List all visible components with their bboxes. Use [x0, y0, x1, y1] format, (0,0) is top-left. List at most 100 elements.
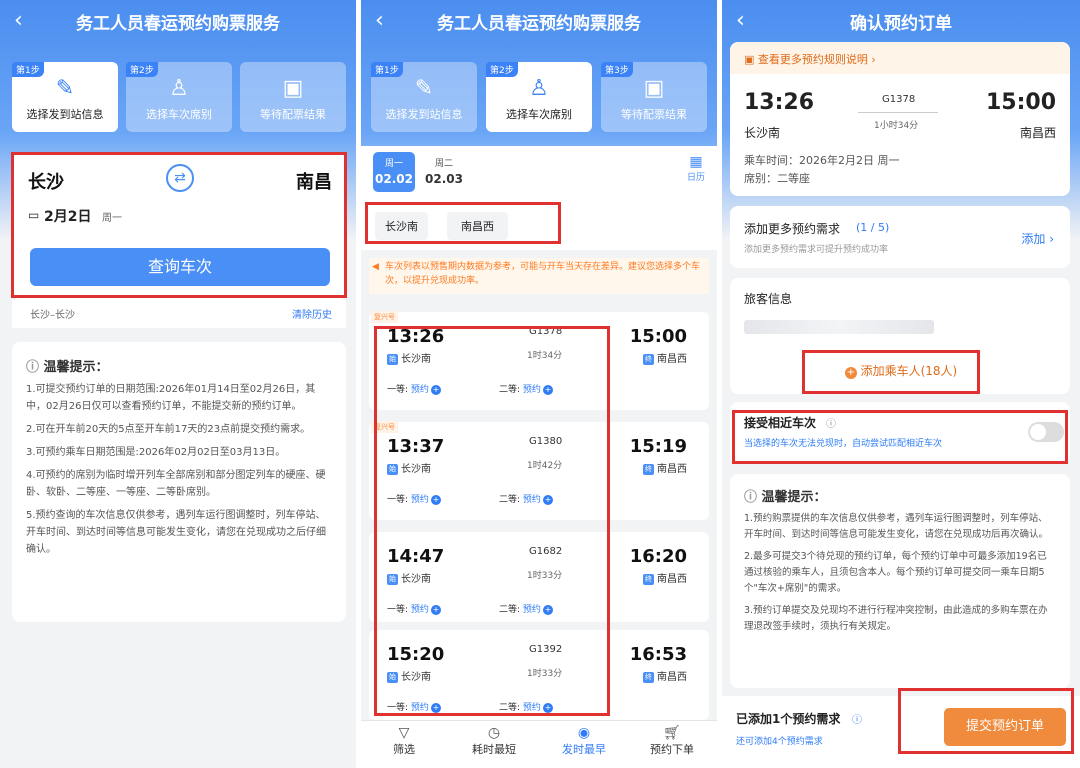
step-2-tab[interactable]: 第2步 ♙ 选择车次席别 — [126, 62, 232, 132]
tip-item: 3.预约订单提交及兑现均不进行行程冲突控制，由此造成的多购车票在办理退改签手续时… — [744, 605, 1048, 632]
train-to-name: 南昌西 — [657, 354, 687, 365]
step-1-tab[interactable]: 第1步 ✎ 选择发到站信息 — [12, 62, 118, 132]
step-tag: 第2步 — [486, 62, 518, 77]
train-to-name: 南昌西 — [657, 574, 687, 585]
date-tab-active[interactable]: 周一 02.02 — [373, 152, 415, 192]
notice-text: 车次列表以预售期内数据为参考，可能与开车当天存在差异。建议您选择多个车次，以提升… — [385, 262, 701, 286]
tip-item: 1.可提交预约订单的日期范围:2026年01月14日至02月26日，其中，02月… — [26, 384, 316, 412]
highlight-box — [802, 350, 980, 394]
from-station: 长沙南 — [744, 126, 781, 140]
train-arr-time: 15:19 — [629, 436, 687, 457]
panel-confirm-order: ‹ 确认预约订单 ▣ 查看更多预约规则说明 › 13:26 G1378 1小时3… — [722, 0, 1080, 768]
add-demand-sub: 添加更多预约需求可提升预约成功率 — [744, 245, 889, 255]
tip-item: 5.预约查询的车次信息仅供参考，遇列车运行图调整时，列车停站、开车时间、到达时间… — [26, 510, 326, 555]
arr-time: 15:00 — [985, 90, 1056, 115]
step-3-tab[interactable]: 第3步 ▣ 等待配票结果 — [601, 62, 707, 132]
step-tag: 第1步 — [12, 62, 44, 77]
highlight-box — [732, 410, 1068, 464]
end-station-icon: 终 — [643, 671, 654, 683]
panel-select-stations: ‹ 务工人员春运预约购票服务 第1步 ✎ 选择发到站信息 第2步 ♙ 选择车次席… — [0, 0, 356, 768]
panel-select-trains: ‹ 务工人员春运预约购票服务 第1步 ✎ 选择发到站信息 第2步 ♙ 选择车次席… — [361, 0, 717, 768]
rules-link-text: 查看更多预约规则说明 — [757, 53, 868, 66]
sort-label: 预约下单 — [650, 743, 694, 756]
help-icon[interactable]: ⓘ — [852, 711, 862, 726]
passenger-blurred — [744, 320, 934, 334]
date-week: 周一 — [384, 159, 403, 169]
step-1-tab[interactable]: 第1步 ✎ 选择发到站信息 — [371, 62, 477, 132]
step-label: 选择车次席别 — [146, 108, 212, 121]
seat-icon: ♙ — [169, 76, 189, 101]
step-2-tab[interactable]: 第2步 ♙ 选择车次席别 — [486, 62, 592, 132]
date-value: 02.03 — [425, 172, 463, 186]
sort-departure-button[interactable]: ◉ 发时最早 — [549, 725, 619, 757]
edit-icon: ✎ — [55, 76, 75, 101]
date-tab[interactable]: 周二 02.03 — [423, 152, 465, 192]
step-label: 选择发到站信息 — [26, 108, 104, 121]
seat-icon: ♙ — [529, 76, 549, 101]
page-title: 确认预约订单 — [850, 14, 952, 34]
train-to: 终南昌西 — [643, 460, 687, 475]
ticket-icon: ▣ — [282, 76, 304, 101]
filter-icon: ▽ — [398, 725, 410, 741]
step-tag: 第2步 — [126, 62, 158, 77]
add-demand-count: (1 / 5) — [856, 221, 890, 234]
date-value: 02.02 — [375, 172, 413, 186]
tips-title: 温馨提示： — [761, 490, 827, 505]
train-arr-time: 16:20 — [629, 546, 687, 567]
tip-item: 1.预约购票提供的车次信息仅供参考，遇列车运行图调整时，列车停站、开车时间、到达… — [744, 513, 1049, 540]
passenger-title: 旅客信息 — [744, 292, 793, 306]
to-station: 南昌西 — [1019, 126, 1056, 140]
top-bar: ‹ 务工人员春运预约购票服务 — [0, 0, 356, 44]
sort-label: 筛选 — [393, 743, 415, 756]
trip-card: ▣ 查看更多预约规则说明 › 13:26 G1378 1小时34分 15:00 … — [730, 42, 1070, 196]
tip-item: 2.最多可提交3个待兑现的预约订单，每个预约订单中可最多添加19名已通过核验的乘… — [744, 551, 1047, 594]
sort-duration-button[interactable]: ◷ 耗时最短 — [459, 725, 529, 757]
train-to: 终南昌西 — [643, 570, 687, 585]
edit-icon: ✎ — [414, 76, 434, 101]
cart-icon: 🛒︎ — [663, 725, 681, 741]
history-item[interactable]: 长沙–长沙 — [30, 306, 75, 321]
step-label: 等待配票结果 — [621, 108, 687, 121]
tip-item: 4.可预约的席别为临时增开列车全部席别和部分图定列车的硬座、硬卧、软卧、二等座、… — [26, 470, 326, 498]
added-count: 已添加1个预约需求 — [736, 712, 841, 726]
highlight-box — [11, 152, 347, 298]
date-bar: 周一 02.02 周二 02.03 ▦ 日历 — [361, 146, 717, 202]
calendar-icon: ▦ — [689, 154, 703, 170]
info-icon: ⓘ — [744, 490, 758, 505]
train-flag: 复兴号 — [371, 311, 398, 323]
notice-bar: ◀ 车次列表以预售期内数据为参考，可能与开车当天存在差异。建议您选择多个车次，以… — [369, 258, 709, 294]
step-label: 选择车次席别 — [506, 108, 572, 121]
top-bar: ‹ 务工人员春运预约购票服务 — [361, 0, 717, 44]
add-demand-link[interactable]: 添加 › — [1021, 230, 1054, 247]
step-label: 选择发到站信息 — [385, 108, 463, 121]
clear-history-link[interactable]: 清除历史 — [292, 306, 332, 321]
order-cart-button[interactable]: 🛒︎ 预约下单 — [637, 725, 707, 757]
clock-icon: ◷ — [487, 725, 501, 741]
step-tag: 第1步 — [371, 62, 403, 77]
sort-filter-button[interactable]: ▽ 筛选 — [369, 725, 439, 757]
highlight-box — [365, 202, 561, 244]
sort-bar: ▽ 筛选 ◷ 耗时最短 ◉ 发时最早 🛒︎ 预约下单 — [361, 720, 717, 768]
duration: 1小时34分 — [874, 121, 919, 131]
top-bar: ‹ 确认预约订单 — [722, 0, 1080, 44]
tips-card: ⓘ 温馨提示： 1.可提交预约订单的日期范围:2026年01月14日至02月26… — [12, 342, 346, 622]
tips-title: 温馨提示： — [43, 360, 109, 375]
route-line — [858, 112, 938, 113]
tip-item: 2.可在开车前20天的5点至开车前17天的23点前提交预约需求。 — [26, 424, 311, 435]
step-3-tab[interactable]: ▣ 等待配票结果 — [240, 62, 346, 132]
train-arr-time: 16:53 — [629, 644, 687, 665]
end-station-icon: 终 — [643, 353, 654, 365]
train-to: 终南昌西 — [643, 350, 687, 365]
speaker-icon: ◀ — [372, 262, 379, 272]
train-to: 终南昌西 — [643, 668, 687, 683]
add-demand-card[interactable]: 添加更多预约需求 (1 / 5) 添加更多预约需求可提升预约成功率 添加 › — [730, 206, 1070, 268]
added-sub: 还可添加4个预约需求 — [736, 737, 823, 747]
ticket-icon: ▣ — [643, 76, 665, 101]
rules-link[interactable]: ▣ 查看更多预约规则说明 › — [730, 42, 1070, 74]
step-tag: 第3步 — [601, 62, 633, 77]
step-label: 等待配票结果 — [260, 108, 326, 121]
add-demand-title: 添加更多预约需求 — [744, 222, 841, 236]
notice-icon: ▣ — [744, 53, 755, 66]
calendar-button[interactable]: ▦ 日历 — [687, 154, 705, 183]
tip-item: 3.可预约乘车日期范围是:2026年02月02日至03月13日。 — [26, 447, 286, 458]
